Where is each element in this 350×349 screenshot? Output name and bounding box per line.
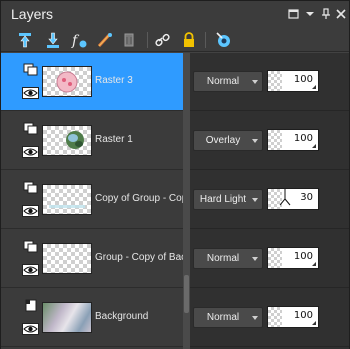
- blend-mode-select[interactable]: Normal: [193, 307, 263, 328]
- blend-mode-select[interactable]: Hard Light: [193, 189, 263, 210]
- toolbar-divider: [147, 32, 148, 48]
- opacity-value: 100: [293, 310, 313, 321]
- layer-name[interactable]: Copy of Group - Copy o: [95, 193, 183, 204]
- eye-icon[interactable]: [22, 146, 39, 158]
- layer-thumbnail: [42, 243, 92, 274]
- blend-mode-select[interactable]: Normal: [193, 248, 263, 269]
- layer-thumbnail: [42, 66, 92, 97]
- restore-icon[interactable]: [287, 7, 301, 21]
- opacity-marker-icon: [279, 189, 291, 206]
- layer-group-icon[interactable]: [23, 122, 39, 136]
- chevron-down-icon: [252, 316, 258, 320]
- layers-panel: Layers f Raster 3 Normal 100 Raster 1 Ov…: [0, 0, 350, 349]
- chevron-down-icon: [252, 80, 258, 84]
- layer-row[interactable]: Group - Copy of Backgr Normal 100: [1, 230, 349, 288]
- eye-icon[interactable]: [22, 87, 39, 99]
- opacity-value: 30: [300, 192, 313, 203]
- eye-icon[interactable]: [22, 205, 39, 217]
- opacity-value: 100: [293, 251, 313, 262]
- layer-row[interactable]: Raster 1 Overlay 100: [1, 112, 349, 170]
- layer-row[interactable]: Copy of Group - Copy o Hard Light 30: [1, 171, 349, 229]
- panel-menu-icon[interactable]: [303, 7, 317, 21]
- layer-name[interactable]: Group - Copy of Backgr: [95, 252, 183, 263]
- eye-icon[interactable]: [22, 264, 39, 276]
- chevron-down-icon: [252, 257, 258, 261]
- new-mask-layer-icon[interactable]: [95, 30, 115, 50]
- blend-mode-select[interactable]: Normal: [193, 71, 263, 92]
- layer-row[interactable]: Background Normal 100: [1, 289, 349, 347]
- svg-text:f: f: [71, 33, 80, 49]
- blend-mode-value: Hard Light: [199, 194, 247, 205]
- layer-row[interactable]: Raster 3 Normal 100: [1, 53, 349, 111]
- layer-thumbnail: [42, 125, 92, 156]
- visibility-toggle-icon[interactable]: [213, 30, 233, 50]
- layer-group-icon[interactable]: [23, 63, 39, 77]
- lock-layer-icon[interactable]: [179, 30, 199, 50]
- layer-name[interactable]: Raster 3: [95, 75, 183, 86]
- blend-mode-value: Normal: [206, 76, 240, 87]
- layer-name[interactable]: Raster 1: [95, 134, 183, 145]
- blend-mode-value: Normal: [206, 253, 240, 264]
- opacity-slider[interactable]: 100: [267, 70, 319, 92]
- background-layer-icon[interactable]: [23, 299, 39, 313]
- eye-icon[interactable]: [22, 323, 39, 335]
- chevron-down-icon: [252, 198, 258, 202]
- delete-layer-icon[interactable]: [119, 30, 139, 50]
- blend-mode-value: Overlay: [205, 135, 241, 146]
- toolbar-divider: [205, 32, 206, 48]
- layers-toolbar: f: [1, 28, 349, 52]
- opacity-slider[interactable]: 30: [267, 188, 319, 210]
- link-layer-icon[interactable]: [153, 30, 173, 50]
- opacity-slider[interactable]: 100: [267, 247, 319, 269]
- opacity-slider[interactable]: 100: [267, 129, 319, 151]
- close-icon[interactable]: [334, 7, 348, 21]
- opacity-value: 100: [293, 74, 313, 85]
- panel-titlebar[interactable]: Layers: [1, 1, 349, 28]
- new-adjustment-layer-icon[interactable]: f: [69, 30, 89, 50]
- opacity-slider[interactable]: 100: [267, 306, 319, 328]
- blend-mode-value: Normal: [206, 312, 240, 323]
- pin-icon[interactable]: [319, 7, 333, 21]
- panel-title: Layers: [11, 6, 54, 22]
- layer-name[interactable]: Background: [95, 311, 183, 322]
- new-vector-layer-icon[interactable]: [43, 30, 63, 50]
- opacity-value: 100: [293, 133, 313, 144]
- layer-group-icon[interactable]: [23, 181, 39, 195]
- layer-thumbnail: [42, 184, 92, 215]
- layer-group-icon[interactable]: [23, 240, 39, 254]
- blend-mode-select[interactable]: Overlay: [193, 130, 263, 151]
- layer-thumbnail: [42, 302, 92, 333]
- chevron-down-icon: [252, 139, 258, 143]
- new-raster-layer-icon[interactable]: [15, 30, 35, 50]
